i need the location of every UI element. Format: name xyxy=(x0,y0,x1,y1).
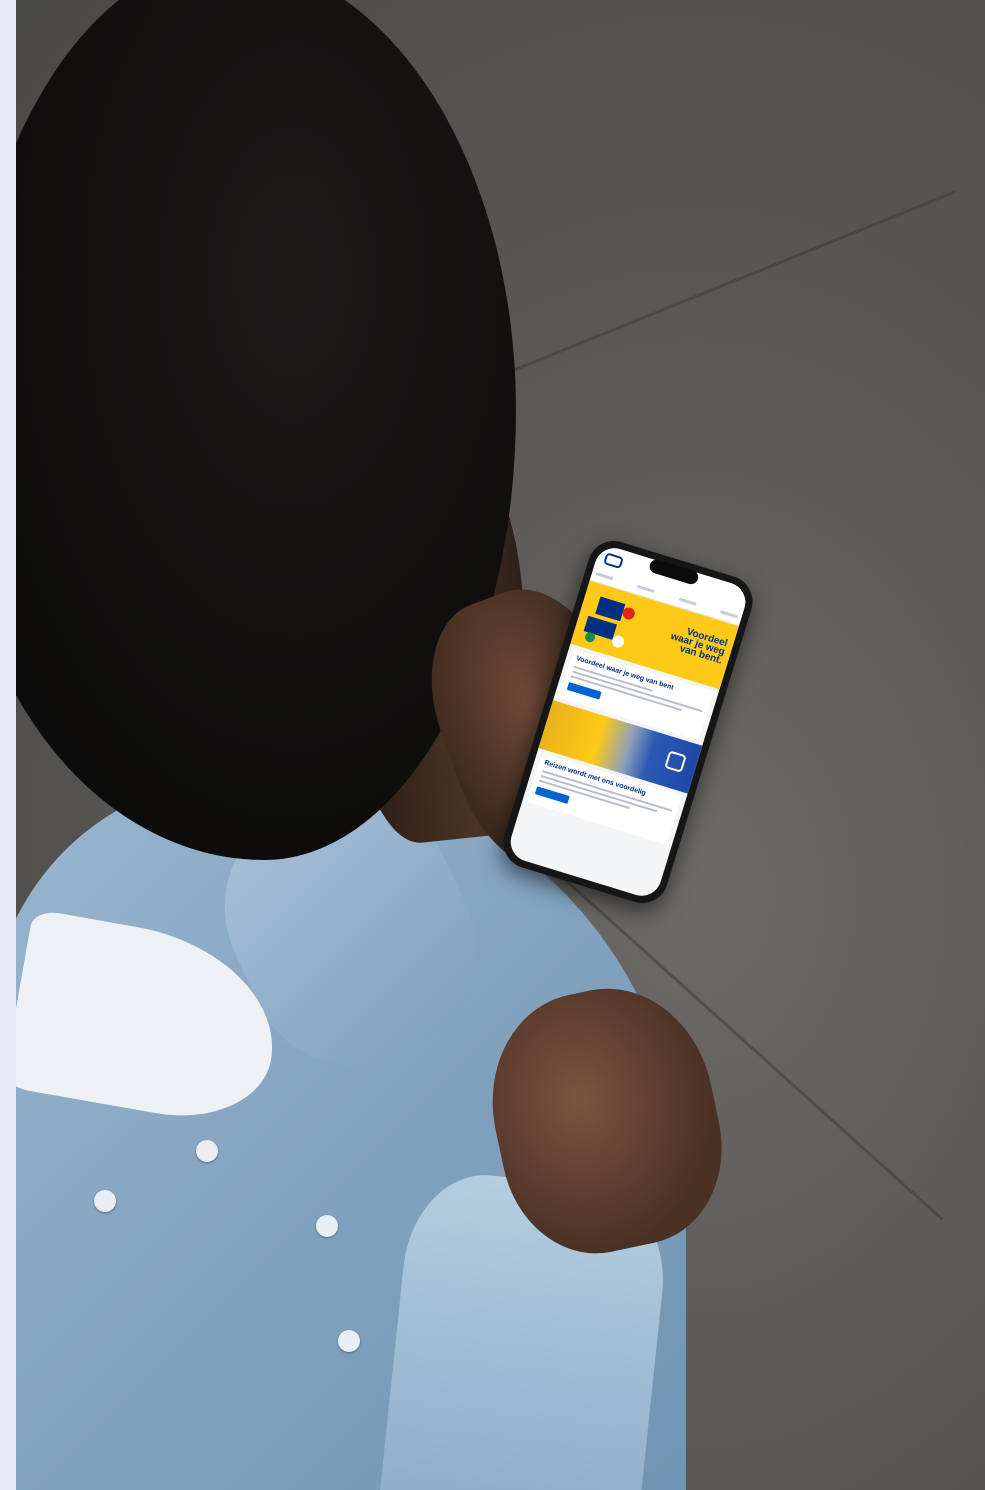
nav-item xyxy=(719,610,738,619)
ns-logo-icon xyxy=(664,750,687,773)
lifestyle-photo xyxy=(16,0,985,1490)
cta-button[interactable] xyxy=(534,786,570,804)
shirt-button xyxy=(316,1215,338,1237)
shirt-button xyxy=(196,1140,218,1162)
nav-item xyxy=(636,584,656,594)
cta-button[interactable] xyxy=(566,682,602,700)
promo-illustration xyxy=(583,596,635,648)
shirt-button xyxy=(338,1330,360,1352)
banner-headline: Voordeel waar je weg van bent. xyxy=(669,626,729,667)
ns-logo-icon xyxy=(603,552,624,570)
nav-item xyxy=(595,572,614,581)
photo-scene: Voordeel waar je weg van bent. Voordeel … xyxy=(0,0,985,1490)
nav-item xyxy=(678,597,697,606)
shirt-button xyxy=(94,1190,116,1212)
left-margin-strip xyxy=(0,0,16,1490)
